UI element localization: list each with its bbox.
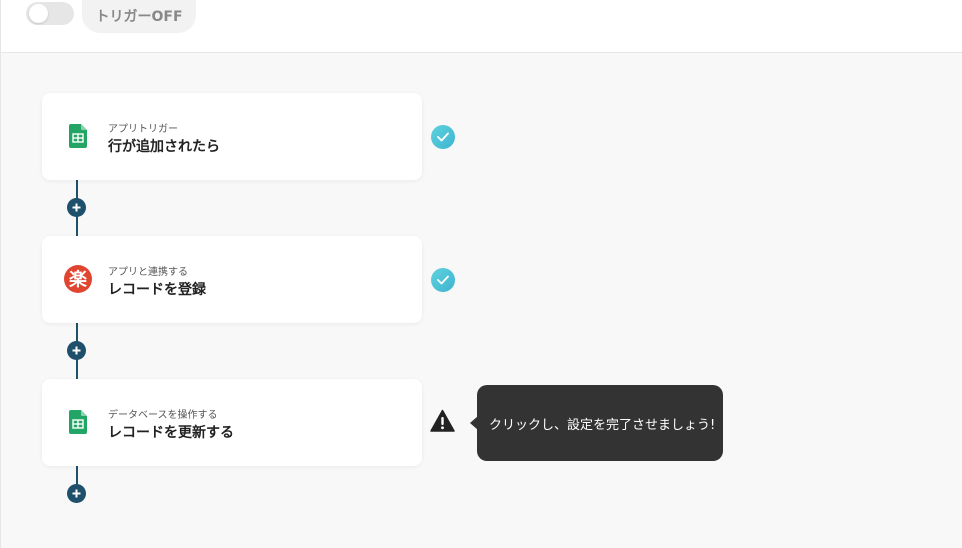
plus-icon [72, 489, 81, 498]
google-sheets-icon [64, 408, 92, 436]
check-icon [431, 268, 455, 292]
setup-tooltip: クリックし、設定を完了させましょう! [477, 385, 723, 461]
step-title: レコードを登録 [108, 282, 206, 298]
step-title: 行が追加されたら [108, 139, 220, 155]
flow-connector [76, 466, 78, 485]
trigger-toggle[interactable] [26, 2, 74, 25]
rakuten-icon: 楽 [64, 265, 92, 293]
plus-icon [72, 346, 81, 355]
google-sheets-icon [64, 122, 92, 150]
step-title: レコードを更新する [108, 425, 234, 441]
step-subtitle: アプリと連携する [108, 267, 188, 278]
toggle-knob [29, 4, 48, 23]
rakuten-glyph: 楽 [69, 269, 88, 291]
step-subtitle: データベースを操作する [108, 410, 218, 421]
add-step-button[interactable] [67, 198, 86, 217]
add-step-button[interactable] [67, 341, 86, 360]
warning-icon [430, 409, 455, 433]
plus-icon [72, 203, 81, 212]
flow-step-card[interactable]: アプリトリガー 行が追加されたら [42, 93, 422, 180]
flow-step-card[interactable]: データベースを操作する レコードを更新する [42, 379, 422, 466]
step-subtitle: アプリトリガー [108, 124, 178, 135]
flow-step-card[interactable]: 楽 アプリと連携する レコードを登録 [42, 236, 422, 323]
trigger-status-label: トリガーOFF [82, 0, 196, 33]
tooltip-text: クリックし、設定を完了させましょう! [489, 417, 716, 433]
add-step-button[interactable] [67, 484, 86, 503]
check-icon [431, 125, 455, 149]
top-bar: トリガーOFF [0, 0, 962, 53]
